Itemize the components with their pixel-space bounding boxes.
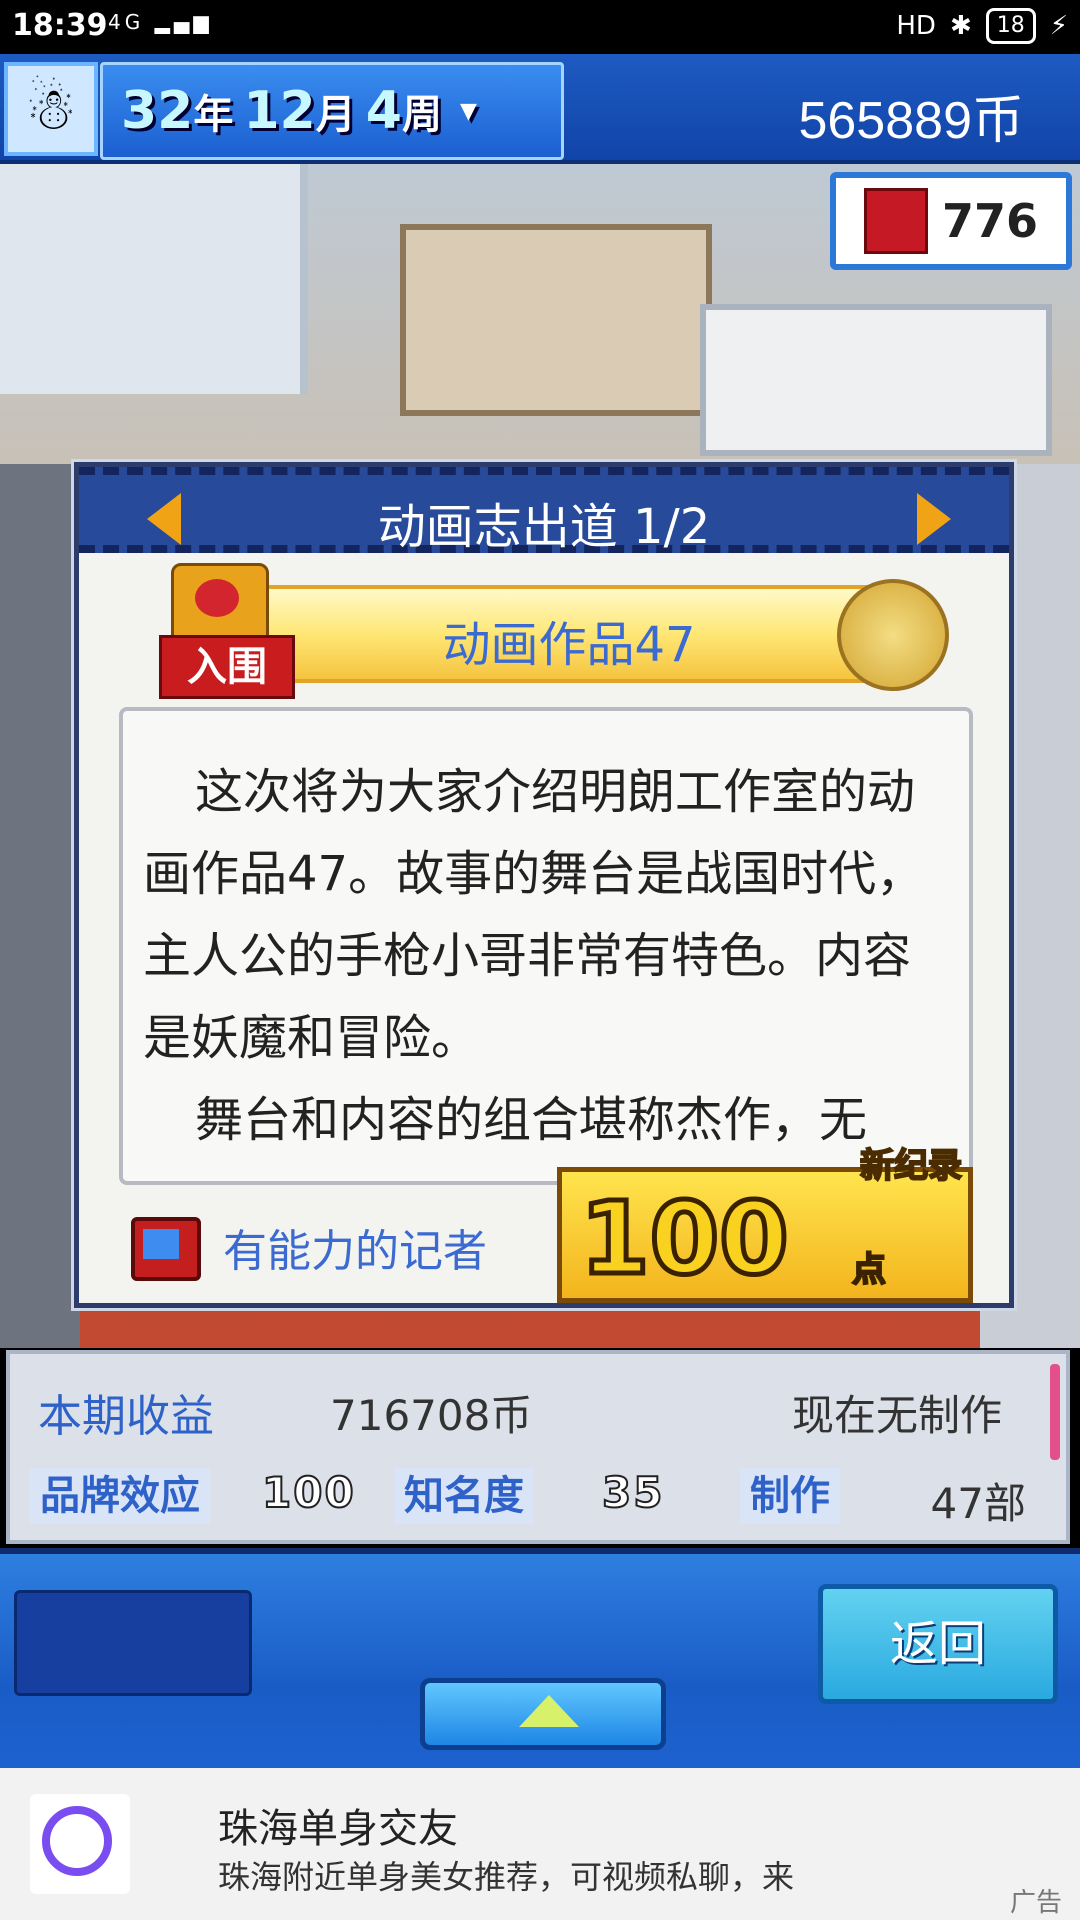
score-unit: 点 <box>851 1249 887 1291</box>
month-number: 12 <box>243 81 316 141</box>
revenue-value: 716708币 <box>330 1391 533 1440</box>
fame-value: 35 <box>601 1467 665 1518</box>
scrollbar[interactable] <box>1050 1364 1060 1460</box>
crown-icon: 入围 <box>159 563 295 699</box>
snowman-avatar-icon[interactable]: ☃ <box>4 62 98 156</box>
cafe-counter <box>400 224 712 416</box>
nominee-tag: 入围 <box>159 635 295 699</box>
ad-subtitle: 珠海附近单身美女推荐，可视频私聊，来 <box>218 1858 795 1896</box>
month-unit: 月 <box>315 92 356 138</box>
app-logo-icon <box>30 1794 130 1894</box>
week-number: 4 <box>365 81 402 141</box>
expand-up-button[interactable] <box>420 1678 666 1750</box>
status-bar: 18:39 4G ▂▄▆ HD ✱ 18 ⚡ <box>0 0 1080 54</box>
bottom-controls: 返回 <box>0 1548 1080 1774</box>
review-text-box[interactable]: 这次将为大家介绍明朗工作室的动画作品47。故事的舞台是战国时代，主人公的手枪小哥… <box>119 707 973 1185</box>
works-value: 47部 <box>930 1479 1026 1528</box>
week-unit: 周 <box>401 92 442 138</box>
studio-info-panel: 本期收益 716708币 现在无制作 品牌效应 100 知名度 35 制作 47… <box>6 1350 1070 1544</box>
year-number: 32 <box>121 81 194 141</box>
shelves <box>700 304 1052 456</box>
revenue-label: 本期收益 <box>38 1391 214 1442</box>
fame-label: 知名度 <box>394 1468 534 1524</box>
work-title: 动画作品47 <box>442 617 696 673</box>
works-label: 制作 <box>740 1468 840 1524</box>
ad-banner[interactable]: 珠海单身交友 珠海附近单身美女推荐，可视频私聊，来 广告 <box>0 1768 1080 1920</box>
brand-label: 品牌效应 <box>30 1468 210 1524</box>
dialog-title: 动画志出道 1/2 <box>377 499 711 555</box>
production-status: 现在无制作 <box>791 1391 1002 1440</box>
ad-title: 珠海单身交友 <box>218 1806 458 1852</box>
ad-tag: 广告 <box>1009 1888 1062 1918</box>
reporter-name: 有能力的记者 <box>223 1226 487 1277</box>
brand-value: 100 <box>261 1467 356 1518</box>
bluetooth-icon: ✱ <box>949 11 972 41</box>
server-racks <box>0 464 80 1348</box>
clock: 18:39 <box>12 8 108 43</box>
empty-slot <box>14 1590 252 1696</box>
coin-balance: 565889币 <box>798 92 1024 150</box>
year-unit: 年 <box>193 92 234 138</box>
new-record-label: 新纪录 <box>859 1145 963 1187</box>
magazine-counter[interactable]: 776 <box>830 172 1072 270</box>
review-paragraph: 这次将为大家介绍明朗工作室的动画作品47。故事的舞台是战国时代，主人公的手枪小哥… <box>143 764 925 1066</box>
next-page-arrow-icon[interactable] <box>917 493 951 545</box>
up-arrow-icon <box>519 1695 579 1727</box>
score-panel: 新纪录 100 点 <box>557 1145 973 1303</box>
chevron-down-icon: ▼ <box>459 98 477 124</box>
dialog-header: 动画志出道 1/2 <box>79 467 1009 555</box>
score-value: 100 <box>578 1178 792 1300</box>
review-paragraph: 舞台和内容的组合堪称杰作，无 <box>195 1092 868 1148</box>
magazine-icon <box>863 188 928 254</box>
film-medal-icon <box>837 579 949 691</box>
work-ribbon: 动画作品47 <box>249 585 889 683</box>
hd-label: HD <box>896 11 936 41</box>
tv-icon <box>131 1217 201 1281</box>
magazine-count: 776 <box>941 194 1039 248</box>
signal-icon: 4G ▂▄▆ <box>108 10 213 34</box>
charging-icon: ⚡ <box>1049 11 1068 41</box>
back-button[interactable]: 返回 <box>818 1584 1058 1704</box>
award-dialog: 动画志出道 1/2 动画作品47 入围 这次将为大家介绍明朗工作室的动画作品47… <box>74 462 1014 1308</box>
game-top-bar: ☃ 32 年 12 月 4 周 ▼ 565889币 <box>0 54 1080 164</box>
battery-icon: 18 <box>985 8 1036 44</box>
status-icons: HD ✱ 18 ⚡ <box>896 8 1068 44</box>
date-selector[interactable]: 32 年 12 月 4 周 ▼ <box>100 62 564 160</box>
office-wall <box>0 164 308 394</box>
